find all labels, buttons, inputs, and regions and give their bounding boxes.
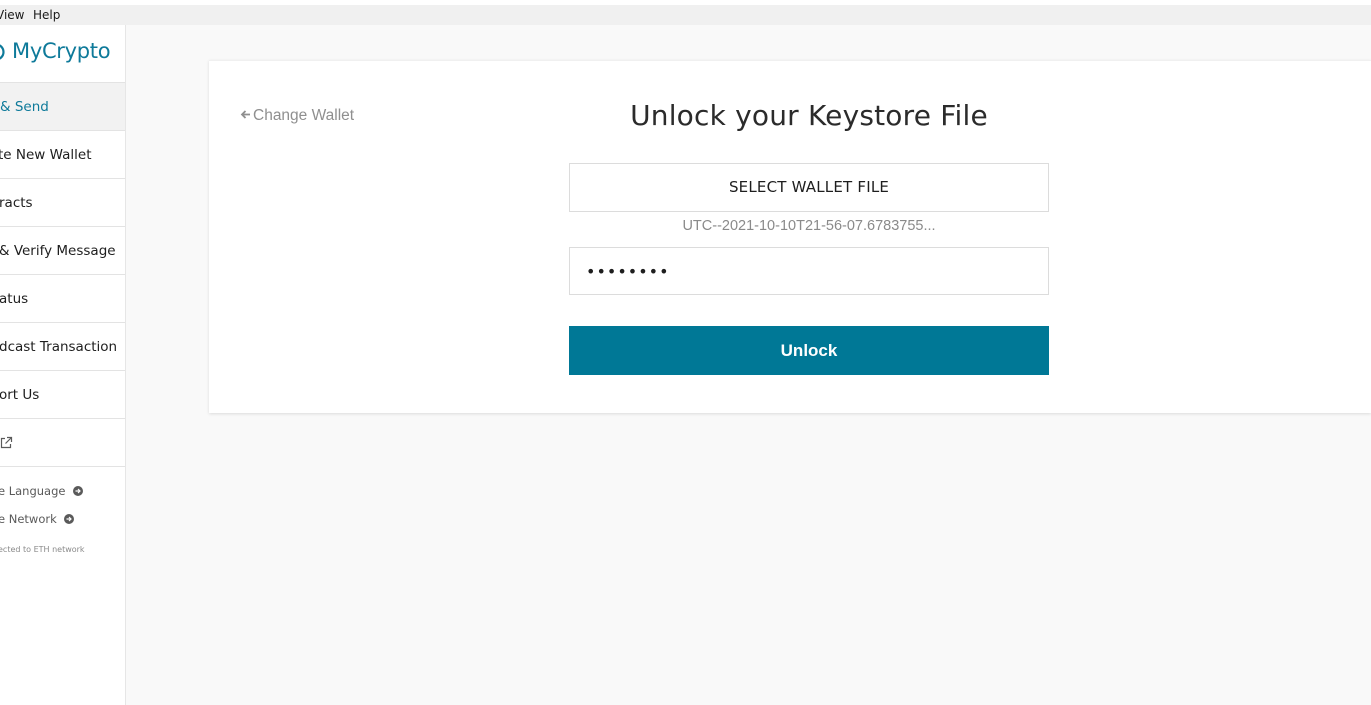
- circle-arrow-right-icon: [64, 514, 75, 524]
- change-network-link[interactable]: e Network: [0, 512, 75, 526]
- sidebar-item-label: & Send: [0, 99, 49, 115]
- sidebar-item-label: & Verify Message: [0, 243, 116, 259]
- selected-file-name: UTC--2021-10-10T21-56-07.6783755...: [682, 218, 936, 234]
- logo[interactable]: MyCrypto: [0, 25, 125, 83]
- menu-view[interactable]: View: [0, 7, 24, 23]
- external-link-icon: [0, 436, 13, 449]
- logo-text: MyCrypto: [12, 39, 111, 63]
- sidebar-item-label: atus: [0, 291, 29, 307]
- sidebar-item-label: ort Us: [0, 387, 40, 403]
- password-input[interactable]: [569, 247, 1049, 295]
- sidebar-item-label: dcast Transaction: [0, 339, 118, 355]
- sidebar-item-support-us[interactable]: ort Us: [0, 371, 125, 419]
- change-wallet-link[interactable]: Change Wallet: [240, 107, 354, 125]
- menu-help[interactable]: Help: [33, 7, 60, 23]
- network-status-text: ected to ETH network: [0, 545, 85, 554]
- change-language-link[interactable]: e Language: [0, 484, 84, 498]
- change-wallet-label: Change Wallet: [253, 107, 355, 124]
- arrow-left-icon: [240, 110, 250, 119]
- mycrypto-logo-icon: [0, 44, 5, 60]
- sidebar-item-external-link[interactable]: [0, 419, 125, 467]
- unlock-panel: Change Wallet Unlock your Keystore File …: [209, 60, 1371, 413]
- sidebar-item-broadcast-transaction[interactable]: dcast Transaction: [0, 323, 125, 371]
- select-wallet-file-button[interactable]: SELECT WALLET FILE: [569, 163, 1049, 212]
- sidebar: MyCrypto & Send te New Wallet racts & Ve…: [0, 25, 126, 705]
- sidebar-item-sign-verify-message[interactable]: & Verify Message: [0, 227, 125, 275]
- unlock-button[interactable]: Unlock: [569, 326, 1049, 375]
- change-language-label: e Language: [0, 484, 66, 498]
- app-window: View Help MyCrypto & Send te New Wallet …: [0, 0, 1371, 705]
- page-title: Unlock your Keystore File: [630, 99, 988, 132]
- change-network-label: e Network: [0, 512, 57, 526]
- sidebar-item-contracts[interactable]: racts: [0, 179, 125, 227]
- sidebar-item-tx-status[interactable]: atus: [0, 275, 125, 323]
- sidebar-item-view-send[interactable]: & Send: [0, 83, 125, 131]
- sidebar-item-label: racts: [0, 195, 33, 211]
- sidebar-item-label: te New Wallet: [0, 147, 92, 163]
- circle-arrow-right-icon: [73, 486, 84, 496]
- sidebar-item-create-new-wallet[interactable]: te New Wallet: [0, 131, 125, 179]
- menubar: View Help: [0, 5, 1371, 25]
